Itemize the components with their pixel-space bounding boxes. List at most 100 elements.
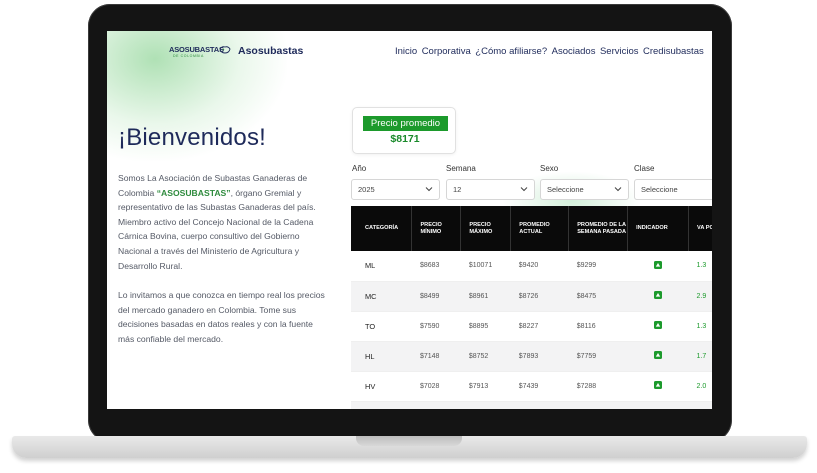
cell-current-avg: $8227 xyxy=(510,311,569,342)
cow-icon xyxy=(219,46,231,54)
header-category: CATEGORÍA xyxy=(351,206,413,251)
logo-link[interactable]: ASOSUBASTAS DE COLOMBIA Asosubastas xyxy=(169,43,303,59)
header-variation: VA PO xyxy=(688,206,712,251)
table-row: TO $7590 $8895 $8227 $8116 1.3 xyxy=(351,311,712,342)
cell-current-avg: $7439 xyxy=(510,371,569,402)
cell-max-price: $10071 xyxy=(460,251,511,282)
cell-current-avg: $6662 xyxy=(510,401,569,409)
trend-up-icon xyxy=(653,321,662,329)
cell-indicator xyxy=(627,311,689,342)
cell-category: ML xyxy=(351,251,412,282)
average-price-value: $8171 xyxy=(390,133,420,145)
nav-como-afiliarse[interactable]: ¿Cómo afiliarse? xyxy=(475,46,547,57)
class-select-value: Seleccione xyxy=(641,185,678,194)
table-header-row: CATEGORÍA PRECIO MÍNIMO PRECIO MÁXIMO PR… xyxy=(351,206,712,251)
cell-max-price: $8895 xyxy=(460,311,511,342)
week-label: Semana xyxy=(446,164,476,173)
laptop-notch xyxy=(356,436,462,446)
logo-subtext: DE COLOMBIA xyxy=(173,54,204,58)
logo: ASOSUBASTAS DE COLOMBIA xyxy=(169,43,233,59)
nav-asociados[interactable]: Asociados xyxy=(552,46,596,57)
cell-last-week-avg: $6880 xyxy=(568,401,628,409)
sex-select-value: Seleccione xyxy=(547,185,584,194)
sex-label: Sexo xyxy=(540,164,559,173)
screen: ASOSUBASTAS DE COLOMBIA Asosubastas Inic… xyxy=(107,31,712,409)
cell-indicator xyxy=(627,281,689,312)
intro-highlight: “ASOSUBASTAS” xyxy=(156,187,231,198)
cell-last-week-avg: $7288 xyxy=(568,371,628,402)
cell-category: HV xyxy=(351,371,412,402)
cell-category: HL xyxy=(351,341,412,372)
cell-min-price: $7028 xyxy=(411,371,461,402)
average-price-label: Precio promedio xyxy=(363,116,448,131)
trend-up-icon xyxy=(653,351,662,359)
brand-name: Asosubastas xyxy=(238,45,304,57)
week-select[interactable]: 12 xyxy=(446,179,535,200)
nav-credisubastas[interactable]: Credisubastas xyxy=(643,46,704,57)
cell-variation: 2.0 xyxy=(688,371,712,402)
cell-variation: 1.7 xyxy=(688,341,712,372)
cell-variation: 1.3 xyxy=(688,311,712,342)
cell-min-price: $5553 xyxy=(411,401,461,409)
table-row: ML $8683 $10071 $9420 $9299 1.3 xyxy=(351,251,712,282)
chevron-down-icon xyxy=(520,187,528,192)
main-nav: Inicio Corporativa ¿Cómo afiliarse? Asoc… xyxy=(395,46,708,57)
cell-min-price: $8683 xyxy=(411,251,461,282)
cell-category: TO xyxy=(351,311,412,342)
site-header: ASOSUBASTAS DE COLOMBIA Asosubastas Inic… xyxy=(107,31,712,73)
week-select-value: 12 xyxy=(453,185,462,194)
class-label: Clase xyxy=(634,164,655,173)
header-last-week-avg: PROMEDIO DE LA SEMANA PASADA xyxy=(568,206,629,251)
logo-text: ASOSUBASTAS xyxy=(169,45,224,54)
cell-min-price: $7590 xyxy=(411,311,461,342)
cell-indicator xyxy=(627,401,689,409)
cell-max-price: $7216 xyxy=(460,401,511,409)
price-table-wrapper: CATEGORÍA PRECIO MÍNIMO PRECIO MÁXIMO PR… xyxy=(351,206,712,409)
table-row: VE$5553$7216$6662$6880 -0. xyxy=(351,401,712,409)
table-row: HV $7028 $7913 $7439 $7288 2.0 xyxy=(351,371,712,402)
year-label: Año xyxy=(352,164,367,173)
header-current-avg: PROMEDIO ACTUAL xyxy=(510,206,570,251)
price-table: CATEGORÍA PRECIO MÍNIMO PRECIO MÁXIMO PR… xyxy=(351,206,712,409)
intro-text-2: , órgano Gremial y representativo de las… xyxy=(118,187,316,271)
year-select-value: 2025 xyxy=(358,185,375,194)
cell-indicator xyxy=(627,251,689,282)
cell-min-price: $7148 xyxy=(411,341,461,372)
sex-select[interactable]: Seleccione xyxy=(540,179,629,200)
trend-up-icon xyxy=(653,260,662,269)
cell-max-price: $8752 xyxy=(460,341,511,372)
cell-variation: 2.9 xyxy=(688,281,712,312)
chevron-down-icon xyxy=(425,187,433,192)
year-select[interactable]: 2025 xyxy=(351,179,440,200)
cell-variation: 1.3 xyxy=(688,251,712,282)
welcome-title: ¡Bienvenidos! xyxy=(118,124,267,151)
cell-last-week-avg: $8475 xyxy=(568,281,628,312)
cell-current-avg: $9420 xyxy=(510,251,569,282)
cell-variation: -0. xyxy=(688,401,712,409)
cell-min-price: $8499 xyxy=(411,281,461,312)
header-min-price: PRECIO MÍNIMO xyxy=(411,206,462,251)
cell-indicator xyxy=(627,341,689,372)
cell-max-price: $7913 xyxy=(460,371,511,402)
nav-corporativa[interactable]: Corporativa xyxy=(422,46,471,57)
nav-servicios[interactable]: Servicios xyxy=(600,46,639,57)
invite-highlight: tiempo real xyxy=(238,290,282,300)
cell-last-week-avg: $8116 xyxy=(568,311,628,342)
invite-paragraph: Lo invitamos a que conozca en tiempo rea… xyxy=(118,288,328,346)
cell-current-avg: $7893 xyxy=(510,341,569,372)
cell-last-week-avg: $9299 xyxy=(568,251,628,282)
header-indicator: INDICADOR xyxy=(627,206,690,251)
cell-indicator xyxy=(627,371,689,402)
cell-last-week-avg: $7759 xyxy=(568,341,628,372)
table-row: HL $7148 $8752 $7893 $7759 1.7 xyxy=(351,341,712,372)
table-row: MC $8499 $8961 $8726 $8475 2.9 xyxy=(351,281,712,312)
invite-text-1: Lo invitamos a que conozca en xyxy=(118,290,239,300)
average-price-card: Precio promedio $8171 xyxy=(352,107,456,154)
class-select[interactable]: Seleccione xyxy=(634,179,712,200)
chevron-down-icon xyxy=(614,187,622,192)
trend-up-icon xyxy=(653,291,662,299)
nav-inicio[interactable]: Inicio xyxy=(395,46,417,57)
intro-paragraph: Somos La Asociación de Subastas Ganadera… xyxy=(118,171,328,273)
cell-max-price: $8961 xyxy=(460,281,511,312)
header-max-price: PRECIO MÁXIMO xyxy=(460,206,512,251)
